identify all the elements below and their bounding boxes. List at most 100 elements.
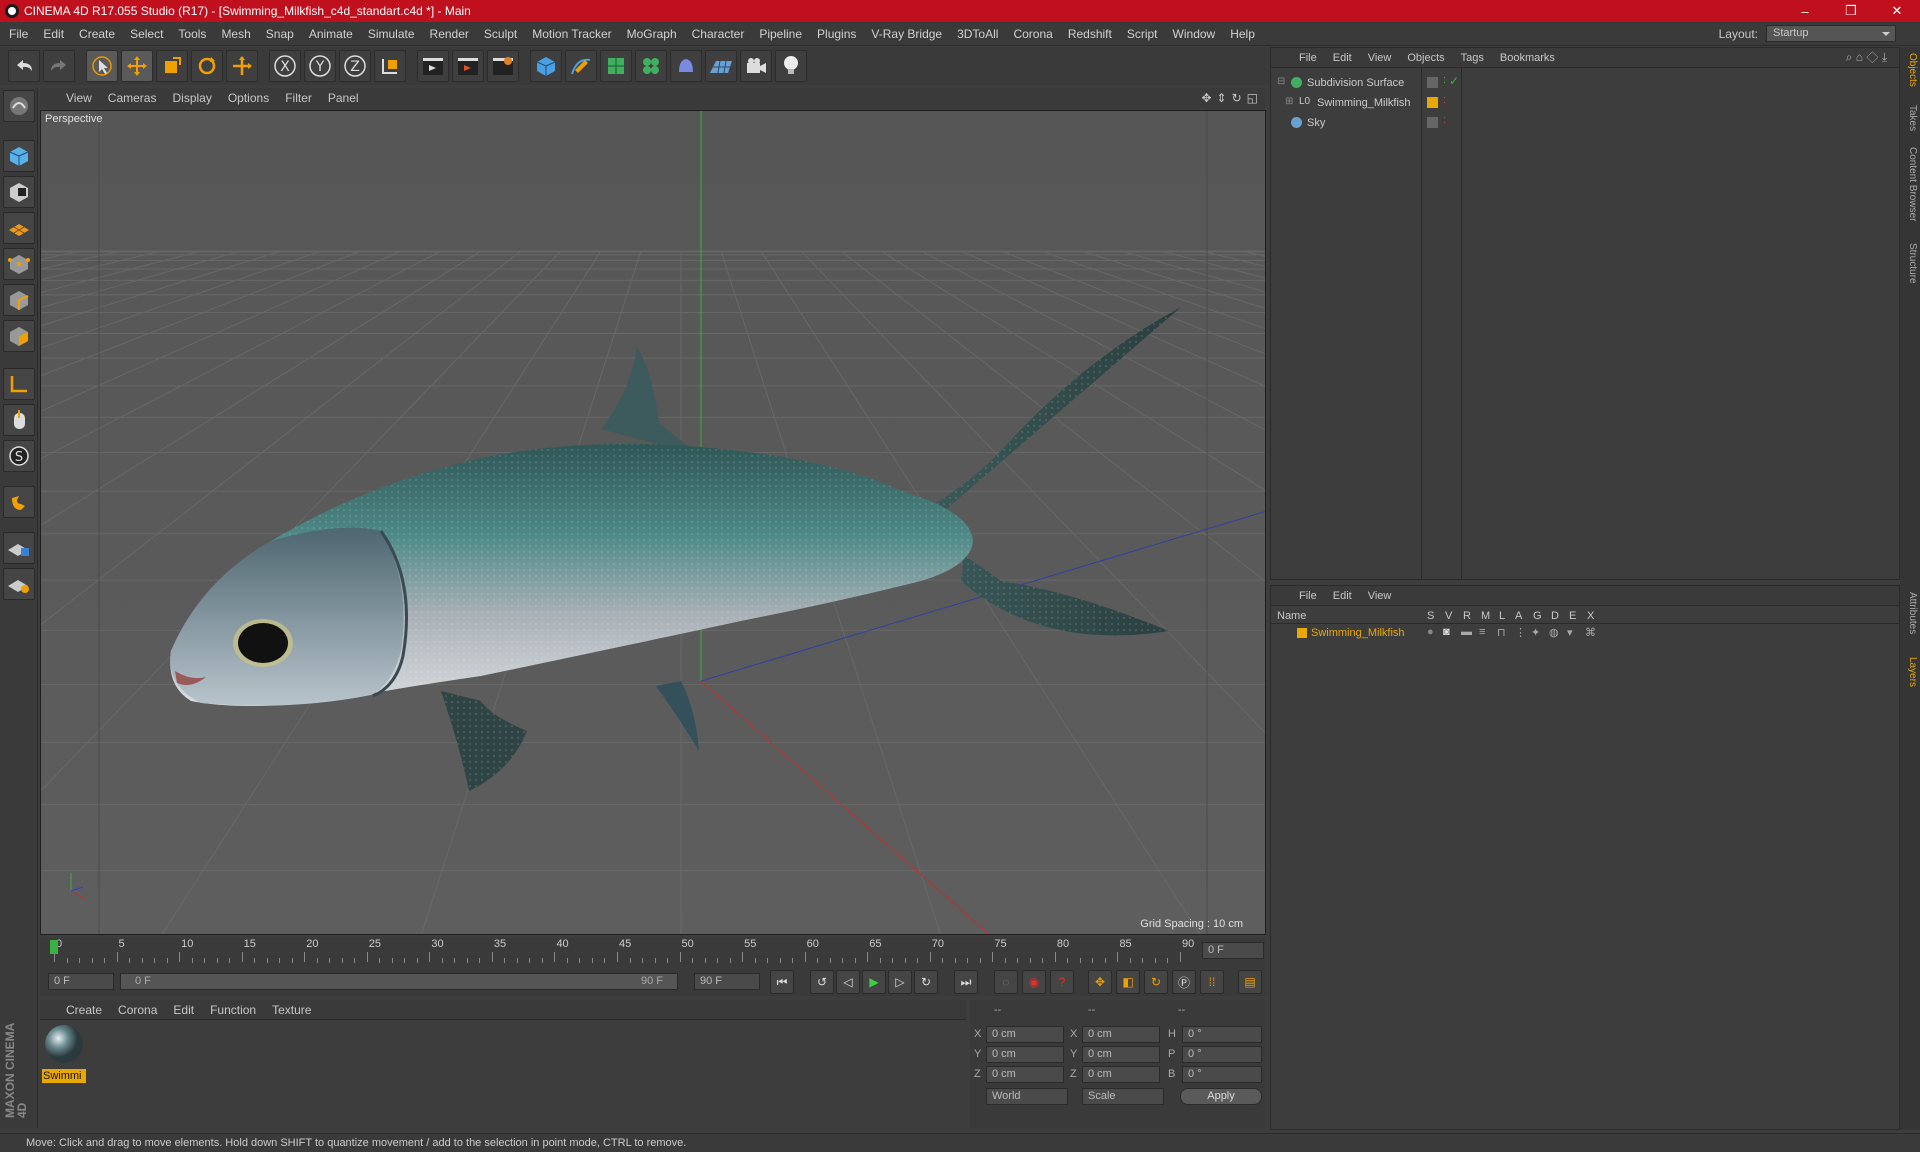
visibility-dots-icon[interactable]: : [1443, 114, 1446, 126]
expand-icon[interactable]: ⊟ [1277, 76, 1285, 87]
menu-corona[interactable]: Corona [1013, 27, 1052, 41]
menu-pipeline[interactable]: Pipeline [759, 27, 802, 41]
menu-select[interactable]: Select [130, 27, 163, 41]
polygons-mode-button[interactable] [3, 320, 35, 352]
previous-frame-button[interactable]: ◁ [836, 970, 860, 994]
snapping-button[interactable]: S [3, 440, 35, 472]
menu-animate[interactable]: Animate [309, 27, 353, 41]
light-button[interactable] [775, 50, 807, 82]
timeline-ruler[interactable]: 0 5 10 15 20 25 30 35 40 45 50 55 60 65 70 75 80 85 90 0 F [40, 938, 1266, 968]
timeline-window-button[interactable]: ▤ [1238, 970, 1262, 994]
coordinate-mode-dropdown[interactable]: World [986, 1088, 1068, 1105]
solo-toggle-icon[interactable]: ● [1427, 626, 1434, 638]
layer-menu-view[interactable]: View [1368, 590, 1392, 602]
visibility-dots-icon[interactable]: : [1443, 94, 1446, 106]
points-mode-button[interactable] [3, 248, 35, 280]
lock-toggle-icon[interactable]: ⊓ [1497, 626, 1506, 639]
menu-tools[interactable]: Tools [178, 27, 206, 41]
material-menu-edit[interactable]: Edit [173, 1003, 194, 1017]
material-menu-corona[interactable]: Corona [118, 1003, 157, 1017]
lock-workplane-button[interactable] [3, 532, 35, 564]
live-selection-button[interactable] [86, 50, 118, 82]
tab-objects[interactable]: Objects [1902, 53, 1918, 87]
menu-plugins[interactable]: Plugins [817, 27, 856, 41]
visibility-dots-icon[interactable]: : [1443, 74, 1446, 86]
layer-swatch-icon[interactable] [1427, 77, 1438, 88]
tab-takes[interactable]: Takes [1902, 105, 1918, 131]
size-x-field[interactable]: 0 cm [1082, 1026, 1160, 1043]
menu-3dtoall[interactable]: 3DToAll [957, 27, 998, 41]
layer-menu-file[interactable]: File [1299, 590, 1317, 602]
undo-button[interactable] [8, 50, 40, 82]
go-to-start-button[interactable]: ⏮ [770, 970, 794, 994]
position-y-field[interactable]: 0 cm [986, 1046, 1064, 1063]
menu-snap[interactable]: Snap [266, 27, 294, 41]
close-button[interactable]: ✕ [1874, 0, 1920, 22]
material-menu-texture[interactable]: Texture [272, 1003, 311, 1017]
cloner-button[interactable] [635, 50, 667, 82]
expression-toggle-icon[interactable]: ▾ [1567, 626, 1573, 639]
key-pla-button[interactable]: ⁞⁞ [1200, 970, 1224, 994]
tab-content-browser[interactable]: Content Browser [1902, 147, 1918, 221]
end-frame-field[interactable]: 90 F [694, 973, 760, 990]
motion-path-button[interactable]: ◌ [994, 970, 1018, 994]
key-position-button[interactable]: ✥ [1088, 970, 1112, 994]
current-frame-field[interactable]: 0 F [1202, 942, 1264, 959]
tweak-mode-button[interactable] [3, 404, 35, 436]
edges-mode-button[interactable] [3, 284, 35, 316]
frame-range-slider[interactable]: 0 F 90 F [120, 973, 678, 990]
apply-button[interactable]: Apply [1180, 1088, 1262, 1105]
z-axis-lock-button[interactable]: Z [339, 50, 371, 82]
object-row-swimming-milkfish[interactable]: ⊞ L0 Swimming_Milkfish : [1271, 94, 1899, 113]
model-mode-button[interactable] [3, 140, 35, 172]
magnet-button[interactable] [3, 486, 35, 518]
start-frame-field[interactable]: 0 F [48, 973, 114, 990]
xref-toggle-icon[interactable]: ⌘ [1585, 626, 1596, 639]
menu-help[interactable]: Help [1230, 27, 1255, 41]
maximize-button[interactable]: ❐ [1828, 0, 1874, 22]
key-parameter-button[interactable]: Ⓟ [1172, 970, 1196, 994]
tab-structure[interactable]: Structure [1902, 243, 1918, 284]
obj-menu-file[interactable]: File [1299, 52, 1317, 64]
menu-script[interactable]: Script [1127, 27, 1158, 41]
enabled-check-icon[interactable]: ✓ [1449, 74, 1459, 88]
tab-attributes[interactable]: Attributes [1902, 592, 1918, 634]
make-editable-button[interactable] [3, 90, 35, 122]
planar-workplane-button[interactable] [3, 568, 35, 600]
3d-viewport[interactable]: Perspective Grid Spacing : 10 cm [40, 110, 1266, 935]
coordinate-system-button[interactable] [374, 50, 406, 82]
deformer-toggle-icon[interactable]: ◍ [1549, 626, 1559, 639]
x-axis-lock-button[interactable]: X [269, 50, 301, 82]
next-key-button[interactable]: ↻ [914, 970, 938, 994]
render-view-button[interactable] [417, 50, 449, 82]
viewport-menu-view[interactable]: View [66, 91, 92, 105]
material-swatch[interactable]: Swimmi [42, 1022, 86, 1083]
camera-button[interactable] [740, 50, 772, 82]
obj-menu-objects[interactable]: Objects [1407, 52, 1444, 64]
playhead[interactable] [50, 940, 58, 954]
render-toggle-icon[interactable]: ▬ [1461, 626, 1472, 638]
previous-key-button[interactable]: ↺ [810, 970, 834, 994]
object-row-subdivision-surface[interactable]: ⊟ Subdivision Surface : ✓ [1271, 74, 1899, 93]
floor-button[interactable] [705, 50, 737, 82]
menu-file[interactable]: File [9, 27, 28, 41]
viewport-pan-icon[interactable]: ✥ [1201, 91, 1211, 105]
texture-mode-button[interactable] [3, 176, 35, 208]
viewport-menu-options[interactable]: Options [228, 91, 269, 105]
material-menu-function[interactable]: Function [210, 1003, 256, 1017]
object-row-sky[interactable]: Sky : [1271, 114, 1899, 133]
layer-menu-edit[interactable]: Edit [1333, 590, 1352, 602]
size-mode-dropdown[interactable]: Scale [1082, 1088, 1164, 1105]
go-to-end-button[interactable]: ⏭ [954, 970, 978, 994]
menu-character[interactable]: Character [692, 27, 745, 41]
visible-toggle-icon[interactable]: ◙ [1443, 626, 1450, 638]
expand-icon[interactable]: ⊞ [1285, 96, 1293, 107]
transform-tool-button[interactable] [226, 50, 258, 82]
subdivision-surface-button[interactable] [600, 50, 632, 82]
viewport-zoom-icon[interactable]: ⇕ [1217, 91, 1227, 105]
layer-swatch-icon[interactable] [1427, 117, 1438, 128]
menu-vray-bridge[interactable]: V-Ray Bridge [871, 27, 942, 41]
menu-simulate[interactable]: Simulate [368, 27, 415, 41]
object-search-icon[interactable]: ⌕ ⌂ ◇ ⤓ [1846, 50, 1887, 65]
viewport-rotate-icon[interactable]: ↻ [1232, 91, 1242, 105]
